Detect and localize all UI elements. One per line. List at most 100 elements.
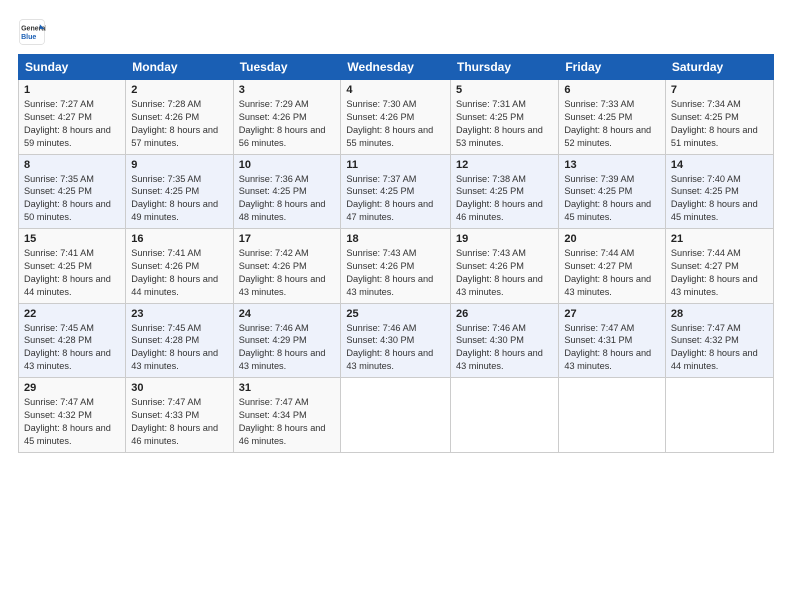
day-info: Sunrise: 7:34 AMSunset: 4:25 PMDaylight:… <box>671 99 758 148</box>
day-number: 6 <box>564 84 660 96</box>
day-number: 4 <box>346 84 445 96</box>
calendar-cell: 21 Sunrise: 7:44 AMSunset: 4:27 PMDaylig… <box>665 229 773 304</box>
day-info: Sunrise: 7:44 AMSunset: 4:27 PMDaylight:… <box>671 248 758 297</box>
day-info: Sunrise: 7:35 AMSunset: 4:25 PMDaylight:… <box>24 174 111 223</box>
day-info: Sunrise: 7:31 AMSunset: 4:25 PMDaylight:… <box>456 99 543 148</box>
day-info: Sunrise: 7:43 AMSunset: 4:26 PMDaylight:… <box>456 248 543 297</box>
calendar-cell: 28 Sunrise: 7:47 AMSunset: 4:32 PMDaylig… <box>665 303 773 378</box>
day-number: 13 <box>564 159 660 171</box>
day-number: 30 <box>131 382 227 394</box>
day-number: 8 <box>24 159 120 171</box>
day-number: 12 <box>456 159 553 171</box>
day-info: Sunrise: 7:47 AMSunset: 4:33 PMDaylight:… <box>131 397 218 446</box>
day-number: 18 <box>346 233 445 245</box>
calendar-cell: 5 Sunrise: 7:31 AMSunset: 4:25 PMDayligh… <box>451 80 559 155</box>
day-number: 23 <box>131 308 227 320</box>
day-info: Sunrise: 7:37 AMSunset: 4:25 PMDaylight:… <box>346 174 433 223</box>
calendar-cell <box>341 378 451 453</box>
week-row-5: 29 Sunrise: 7:47 AMSunset: 4:32 PMDaylig… <box>19 378 774 453</box>
day-header-monday: Monday <box>126 55 233 80</box>
day-info: Sunrise: 7:47 AMSunset: 4:32 PMDaylight:… <box>24 397 111 446</box>
day-info: Sunrise: 7:36 AMSunset: 4:25 PMDaylight:… <box>239 174 326 223</box>
day-info: Sunrise: 7:44 AMSunset: 4:27 PMDaylight:… <box>564 248 651 297</box>
day-number: 29 <box>24 382 120 394</box>
calendar-cell: 23 Sunrise: 7:45 AMSunset: 4:28 PMDaylig… <box>126 303 233 378</box>
logo: General Blue <box>18 18 46 46</box>
day-info: Sunrise: 7:45 AMSunset: 4:28 PMDaylight:… <box>131 323 218 372</box>
day-number: 24 <box>239 308 336 320</box>
calendar-cell: 12 Sunrise: 7:38 AMSunset: 4:25 PMDaylig… <box>451 154 559 229</box>
calendar-cell: 17 Sunrise: 7:42 AMSunset: 4:26 PMDaylig… <box>233 229 341 304</box>
calendar-cell: 10 Sunrise: 7:36 AMSunset: 4:25 PMDaylig… <box>233 154 341 229</box>
day-number: 2 <box>131 84 227 96</box>
day-info: Sunrise: 7:47 AMSunset: 4:32 PMDaylight:… <box>671 323 758 372</box>
calendar-cell: 19 Sunrise: 7:43 AMSunset: 4:26 PMDaylig… <box>451 229 559 304</box>
calendar-cell: 11 Sunrise: 7:37 AMSunset: 4:25 PMDaylig… <box>341 154 451 229</box>
svg-text:Blue: Blue <box>21 34 36 41</box>
calendar-table: SundayMondayTuesdayWednesdayThursdayFrid… <box>18 54 774 453</box>
day-number: 19 <box>456 233 553 245</box>
calendar-cell: 24 Sunrise: 7:46 AMSunset: 4:29 PMDaylig… <box>233 303 341 378</box>
day-header-thursday: Thursday <box>451 55 559 80</box>
day-number: 11 <box>346 159 445 171</box>
calendar-cell <box>559 378 666 453</box>
day-info: Sunrise: 7:41 AMSunset: 4:25 PMDaylight:… <box>24 248 111 297</box>
day-number: 15 <box>24 233 120 245</box>
day-info: Sunrise: 7:47 AMSunset: 4:34 PMDaylight:… <box>239 397 326 446</box>
day-info: Sunrise: 7:38 AMSunset: 4:25 PMDaylight:… <box>456 174 543 223</box>
day-header-tuesday: Tuesday <box>233 55 341 80</box>
day-number: 17 <box>239 233 336 245</box>
calendar-cell: 31 Sunrise: 7:47 AMSunset: 4:34 PMDaylig… <box>233 378 341 453</box>
calendar-cell <box>451 378 559 453</box>
calendar-cell: 14 Sunrise: 7:40 AMSunset: 4:25 PMDaylig… <box>665 154 773 229</box>
day-info: Sunrise: 7:33 AMSunset: 4:25 PMDaylight:… <box>564 99 651 148</box>
calendar-cell: 4 Sunrise: 7:30 AMSunset: 4:26 PMDayligh… <box>341 80 451 155</box>
day-number: 3 <box>239 84 336 96</box>
calendar-cell: 2 Sunrise: 7:28 AMSunset: 4:26 PMDayligh… <box>126 80 233 155</box>
calendar-cell: 7 Sunrise: 7:34 AMSunset: 4:25 PMDayligh… <box>665 80 773 155</box>
calendar-cell: 15 Sunrise: 7:41 AMSunset: 4:25 PMDaylig… <box>19 229 126 304</box>
day-info: Sunrise: 7:47 AMSunset: 4:31 PMDaylight:… <box>564 323 651 372</box>
calendar-cell: 1 Sunrise: 7:27 AMSunset: 4:27 PMDayligh… <box>19 80 126 155</box>
calendar-cell: 20 Sunrise: 7:44 AMSunset: 4:27 PMDaylig… <box>559 229 666 304</box>
calendar-cell: 27 Sunrise: 7:47 AMSunset: 4:31 PMDaylig… <box>559 303 666 378</box>
header: General Blue <box>18 18 774 46</box>
header-row: SundayMondayTuesdayWednesdayThursdayFrid… <box>19 55 774 80</box>
week-row-3: 15 Sunrise: 7:41 AMSunset: 4:25 PMDaylig… <box>19 229 774 304</box>
day-info: Sunrise: 7:45 AMSunset: 4:28 PMDaylight:… <box>24 323 111 372</box>
day-info: Sunrise: 7:43 AMSunset: 4:26 PMDaylight:… <box>346 248 433 297</box>
day-info: Sunrise: 7:27 AMSunset: 4:27 PMDaylight:… <box>24 99 111 148</box>
calendar-cell: 13 Sunrise: 7:39 AMSunset: 4:25 PMDaylig… <box>559 154 666 229</box>
day-header-saturday: Saturday <box>665 55 773 80</box>
day-info: Sunrise: 7:39 AMSunset: 4:25 PMDaylight:… <box>564 174 651 223</box>
day-number: 27 <box>564 308 660 320</box>
week-row-4: 22 Sunrise: 7:45 AMSunset: 4:28 PMDaylig… <box>19 303 774 378</box>
calendar-cell: 22 Sunrise: 7:45 AMSunset: 4:28 PMDaylig… <box>19 303 126 378</box>
calendar-cell: 25 Sunrise: 7:46 AMSunset: 4:30 PMDaylig… <box>341 303 451 378</box>
day-number: 20 <box>564 233 660 245</box>
day-info: Sunrise: 7:42 AMSunset: 4:26 PMDaylight:… <box>239 248 326 297</box>
calendar-cell: 18 Sunrise: 7:43 AMSunset: 4:26 PMDaylig… <box>341 229 451 304</box>
calendar-page: General Blue SundayMondayTuesdayWednesda… <box>0 0 792 612</box>
calendar-cell: 9 Sunrise: 7:35 AMSunset: 4:25 PMDayligh… <box>126 154 233 229</box>
svg-text:General: General <box>21 25 46 32</box>
week-row-2: 8 Sunrise: 7:35 AMSunset: 4:25 PMDayligh… <box>19 154 774 229</box>
calendar-cell <box>665 378 773 453</box>
calendar-cell: 3 Sunrise: 7:29 AMSunset: 4:26 PMDayligh… <box>233 80 341 155</box>
logo-icon: General Blue <box>18 18 46 46</box>
calendar-cell: 6 Sunrise: 7:33 AMSunset: 4:25 PMDayligh… <box>559 80 666 155</box>
day-number: 14 <box>671 159 768 171</box>
day-number: 7 <box>671 84 768 96</box>
day-number: 25 <box>346 308 445 320</box>
day-header-sunday: Sunday <box>19 55 126 80</box>
day-number: 22 <box>24 308 120 320</box>
day-info: Sunrise: 7:46 AMSunset: 4:29 PMDaylight:… <box>239 323 326 372</box>
day-number: 28 <box>671 308 768 320</box>
day-number: 21 <box>671 233 768 245</box>
day-number: 31 <box>239 382 336 394</box>
day-header-friday: Friday <box>559 55 666 80</box>
day-info: Sunrise: 7:46 AMSunset: 4:30 PMDaylight:… <box>456 323 543 372</box>
day-number: 26 <box>456 308 553 320</box>
week-row-1: 1 Sunrise: 7:27 AMSunset: 4:27 PMDayligh… <box>19 80 774 155</box>
day-header-wednesday: Wednesday <box>341 55 451 80</box>
